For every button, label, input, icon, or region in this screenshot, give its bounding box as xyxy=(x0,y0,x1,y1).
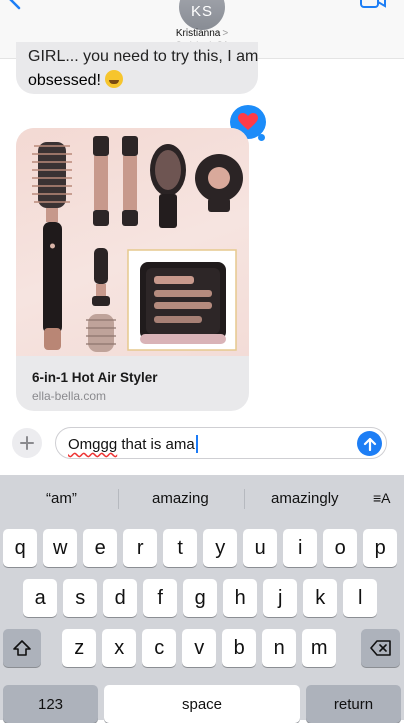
shift-key[interactable] xyxy=(3,629,41,667)
misspelled-word[interactable]: Omggg xyxy=(68,436,117,453)
key-u[interactable]: u xyxy=(243,529,278,567)
key-s[interactable]: s xyxy=(63,579,98,617)
typed-text: that is ama xyxy=(117,436,195,453)
key-a[interactable]: a xyxy=(23,579,58,617)
key-l[interactable]: l xyxy=(343,579,378,617)
facetime-video-icon[interactable] xyxy=(360,0,386,8)
link-title: 6-in-1 Hot Air Styler xyxy=(32,370,158,385)
back-chevron-icon[interactable] xyxy=(6,0,26,10)
diffuser-attachment xyxy=(195,154,243,212)
link-preview-card[interactable]: 6-in-1 Hot Air Styler ella-bella.com xyxy=(16,128,249,411)
key-w[interactable]: w xyxy=(43,529,78,567)
suggestion-divider xyxy=(118,489,119,509)
plus-icon xyxy=(20,436,34,450)
key-i[interactable]: i xyxy=(283,529,318,567)
key-y[interactable]: y xyxy=(203,529,238,567)
key-t[interactable]: t xyxy=(163,529,198,567)
curling-barrels xyxy=(93,136,138,226)
send-button[interactable] xyxy=(357,431,382,456)
key-v[interactable]: v xyxy=(182,629,217,667)
suggestion-divider xyxy=(244,489,245,509)
message-text-line2-words: obsessed! xyxy=(28,72,101,89)
chevron-right-icon: > xyxy=(222,28,229,39)
delete-key[interactable] xyxy=(361,629,400,667)
key-c[interactable]: c xyxy=(142,629,177,667)
key-k[interactable]: k xyxy=(303,579,338,617)
key-q[interactable]: q xyxy=(3,529,38,567)
key-z[interactable]: z xyxy=(62,629,97,667)
small-brushes xyxy=(86,248,116,352)
arrow-up-icon xyxy=(363,437,376,451)
text-cursor xyxy=(195,435,198,453)
quicktype-suggestions: “am” amazing amazingly ≡A xyxy=(0,475,404,523)
key-n[interactable]: n xyxy=(262,629,297,667)
apps-plus-button[interactable] xyxy=(12,428,42,458)
key-x[interactable]: x xyxy=(102,629,137,667)
key-m[interactable]: m xyxy=(302,629,337,667)
paddle-brush xyxy=(150,144,186,228)
message-input[interactable]: Omggg that is ama xyxy=(55,427,387,459)
message-text-line2: obsessed! xyxy=(28,70,123,90)
return-key[interactable]: return xyxy=(306,685,401,723)
keyboard: “am” amazing amazingly ≡A qwertyuiop asd… xyxy=(0,475,404,723)
key-p[interactable]: p xyxy=(363,529,398,567)
message-text-line1: GIRL... you need to try this, I am xyxy=(28,48,259,65)
contact-name-label: Kristianna xyxy=(175,28,221,39)
suggestion-2[interactable]: amazing xyxy=(152,490,209,507)
key-b[interactable]: b xyxy=(222,629,257,667)
translate-icon[interactable]: ≡A xyxy=(373,490,391,506)
contact-name[interactable]: Kristianna > xyxy=(0,28,404,39)
suggestion-3[interactable]: amazingly xyxy=(271,490,339,507)
storage-case-photo xyxy=(127,249,237,351)
key-j[interactable]: j xyxy=(263,579,298,617)
contact-avatar[interactable]: KS xyxy=(179,0,225,30)
product-image xyxy=(16,128,249,356)
key-f[interactable]: f xyxy=(143,579,178,617)
tapback-tail xyxy=(258,134,265,141)
space-key[interactable]: space xyxy=(104,685,300,723)
star-struck-emoji-icon xyxy=(104,70,123,88)
key-e[interactable]: e xyxy=(83,529,118,567)
suggestion-1[interactable]: “am” xyxy=(46,490,77,507)
link-domain: ella-bella.com xyxy=(32,389,107,403)
round-brush-attachment xyxy=(32,142,72,350)
key-g[interactable]: g xyxy=(183,579,218,617)
key-r[interactable]: r xyxy=(123,529,158,567)
key-d[interactable]: d xyxy=(103,579,138,617)
hot-air-styler-product-photo xyxy=(32,136,243,352)
received-message-bubble[interactable]: GIRL... you need to try this, I am obses… xyxy=(16,42,258,94)
backspace-icon xyxy=(369,640,391,656)
shift-arrow-icon xyxy=(13,640,31,656)
numbers-key[interactable]: 123 xyxy=(3,685,98,723)
key-h[interactable]: h xyxy=(223,579,258,617)
key-o[interactable]: o xyxy=(323,529,358,567)
message-input-text: Omggg that is ama xyxy=(68,435,198,453)
